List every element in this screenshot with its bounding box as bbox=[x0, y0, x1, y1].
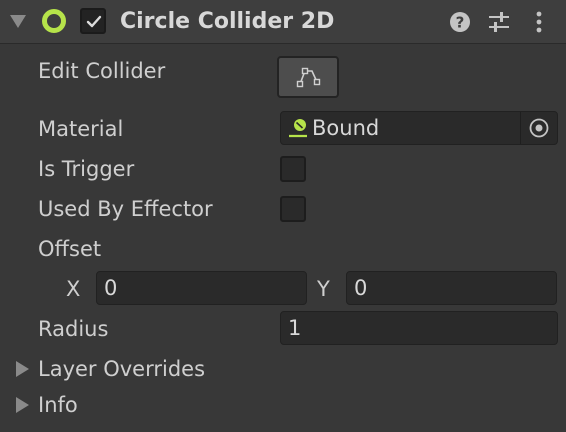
offset-y-field[interactable] bbox=[346, 271, 557, 305]
used-by-effector-label: Used By Effector bbox=[38, 197, 213, 221]
kebab-menu-icon[interactable] bbox=[528, 9, 554, 35]
offset-y-label: Y bbox=[317, 277, 330, 301]
physics-material-icon bbox=[289, 119, 307, 138]
material-label: Material bbox=[38, 117, 124, 141]
offset-x-field[interactable] bbox=[96, 271, 307, 305]
circle-collider-2d-inspector: Circle Collider 2D ? Edit Collider Mater… bbox=[0, 0, 566, 432]
offset-label: Offset bbox=[38, 237, 102, 261]
radius-label: Radius bbox=[38, 317, 109, 341]
layer-overrides-label: Layer Overrides bbox=[38, 357, 206, 381]
component-title: Circle Collider 2D bbox=[120, 9, 335, 34]
info-foldout[interactable]: Info bbox=[16, 390, 316, 420]
object-picker-button[interactable] bbox=[521, 112, 557, 144]
component-enabled-checkbox[interactable] bbox=[80, 8, 106, 34]
is-trigger-label: Is Trigger bbox=[38, 157, 135, 181]
is-trigger-checkbox[interactable] bbox=[280, 156, 306, 182]
help-icon[interactable]: ? bbox=[448, 9, 474, 35]
used-by-effector-checkbox[interactable] bbox=[280, 196, 306, 222]
offset-x-label: X bbox=[66, 277, 81, 301]
edit-shape-icon bbox=[296, 67, 321, 88]
material-value: Bound bbox=[312, 116, 380, 140]
info-label: Info bbox=[38, 393, 78, 417]
object-picker-icon bbox=[529, 118, 549, 138]
svg-text:?: ? bbox=[456, 14, 465, 32]
expand-arrow-icon bbox=[16, 397, 29, 413]
material-object-field[interactable]: Bound bbox=[280, 111, 558, 145]
expand-arrow-icon bbox=[16, 361, 29, 377]
edit-collider-button[interactable] bbox=[277, 56, 339, 98]
circle-collider-icon bbox=[42, 9, 66, 33]
fold-arrow-icon[interactable] bbox=[10, 15, 26, 28]
layer-overrides-foldout[interactable]: Layer Overrides bbox=[16, 354, 316, 384]
checkmark-icon bbox=[86, 15, 102, 28]
presets-icon[interactable] bbox=[487, 9, 513, 35]
radius-field[interactable] bbox=[280, 311, 558, 345]
component-header[interactable]: Circle Collider 2D ? bbox=[0, 0, 566, 44]
edit-collider-label: Edit Collider bbox=[38, 59, 166, 83]
